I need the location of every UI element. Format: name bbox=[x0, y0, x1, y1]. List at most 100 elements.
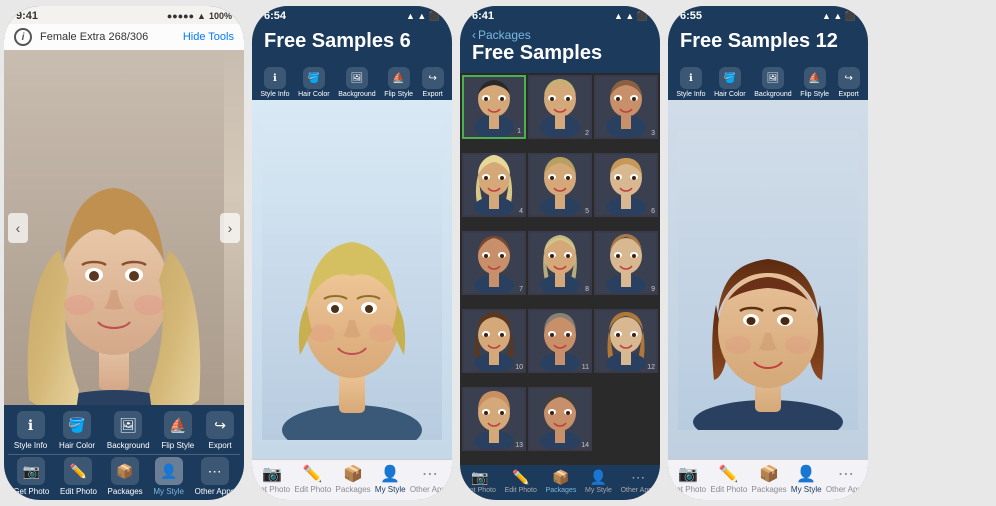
other-apps-tab-icon-4: ⋯ bbox=[838, 464, 854, 484]
status-bar-2: 6:54 ▲ ▲ ⬛ bbox=[252, 6, 452, 24]
other-apps-tab-4[interactable]: ⋯ Other Apps bbox=[826, 464, 866, 494]
signal-2: ▲ ▲ ⬛ bbox=[406, 11, 440, 22]
packages-tab-icon-3: 📦 bbox=[552, 469, 569, 486]
edit-tab-icon-2: ✏️ bbox=[303, 464, 323, 484]
get-photo-tab-1[interactable]: 📷 Get Photo bbox=[13, 457, 49, 496]
export-btn-2[interactable]: ↪ Export bbox=[422, 67, 444, 98]
edit-photo-tab-2[interactable]: ✏️ Edit Photo bbox=[294, 464, 331, 494]
info-icon-1[interactable]: i bbox=[14, 28, 32, 46]
flip-style-icon-2: ⛵ bbox=[388, 67, 410, 89]
phone3-title: Free Samples bbox=[472, 42, 648, 65]
time-2: 6:54 bbox=[264, 10, 286, 22]
my-style-tab-icon-3: 👤 bbox=[590, 469, 607, 486]
grid-cell-8[interactable]: 8 bbox=[528, 231, 592, 295]
hair-color-btn-2[interactable]: 🪣 Hair Color bbox=[298, 67, 330, 98]
got-photo-tab-3[interactable]: 📷 Got Photo bbox=[464, 469, 496, 494]
flip-style-icon-4: ⛵ bbox=[804, 67, 826, 89]
phone-1: 9:41 ●●●●● ▲ 100% i Female Extra 268/306… bbox=[4, 6, 244, 500]
camera-icon-1: 📷 bbox=[17, 457, 45, 485]
style-info-btn-4[interactable]: ℹ Style Info bbox=[676, 67, 705, 98]
other-apps-tab-1[interactable]: ⋯ Other Apps bbox=[195, 457, 235, 496]
grid-cell-3[interactable]: 3 bbox=[594, 75, 658, 139]
packages-tab-1[interactable]: 📦 Packages bbox=[108, 457, 143, 496]
phone2-header: Free Samples 6 bbox=[252, 24, 452, 61]
packages-tab-4[interactable]: 📦 Packages bbox=[752, 464, 787, 494]
grid-cell-14[interactable]: 14 bbox=[528, 387, 592, 451]
packages-tab-2[interactable]: 📦 Packages bbox=[336, 464, 371, 494]
prev-arrow[interactable]: ‹ bbox=[8, 213, 28, 243]
background-btn-2[interactable]: 🖼 Background bbox=[338, 67, 375, 98]
grid-cell-12[interactable]: 12 bbox=[594, 309, 658, 373]
background-btn-1[interactable]: 🖼 Background bbox=[107, 411, 150, 450]
background-icon-1: 🖼 bbox=[114, 411, 142, 439]
style-info-btn-1[interactable]: ℹ Style Info bbox=[14, 411, 47, 450]
cell-number-1: 1 bbox=[517, 128, 521, 135]
phone4-toolbar: ℹ Style Info 🪣 Hair Color 🖼 Background ⛵… bbox=[668, 61, 868, 100]
export-btn-1[interactable]: ↪ Export bbox=[206, 411, 234, 450]
export-icon-1: ↪ bbox=[206, 411, 234, 439]
edit-photo-tab-1[interactable]: ✏️ Edit Photo bbox=[60, 457, 97, 496]
back-link[interactable]: ‹ Packages bbox=[472, 28, 648, 42]
cell-number-13: 13 bbox=[515, 442, 523, 449]
signal-3: ▲ ▲ ⬛ bbox=[614, 11, 648, 22]
grid-cell-2[interactable]: 2 bbox=[528, 75, 592, 139]
phone-3: 6:41 ▲ ▲ ⬛ ‹ Packages Free Samples bbox=[460, 6, 660, 500]
grid-cell-7[interactable]: 7 bbox=[462, 231, 526, 295]
phone4-title: Free Samples 12 bbox=[680, 30, 856, 53]
grid-cell-13[interactable]: 13 bbox=[462, 387, 526, 451]
grid-cell-10[interactable]: 10 bbox=[462, 309, 526, 373]
flip-style-btn-2[interactable]: ⛵ Flip Style bbox=[384, 67, 413, 98]
cell-number-5: 5 bbox=[585, 208, 589, 215]
next-arrow[interactable]: › bbox=[220, 213, 240, 243]
hair-color-btn-4[interactable]: 🪣 Hair Color bbox=[714, 67, 746, 98]
cell-number-9: 9 bbox=[651, 286, 655, 293]
grid-cell-9[interactable]: 9 bbox=[594, 231, 658, 295]
get-photo-tab-2[interactable]: 📷 Get Photo bbox=[254, 464, 290, 494]
style-info-btn-2[interactable]: ℹ Style Info bbox=[260, 67, 289, 98]
edit-photo-tab-4[interactable]: ✏️ Edit Photo bbox=[710, 464, 747, 494]
phone3-tabs: 📷 Got Photo ✏️ Edit Photo 📦 Packages 👤 M… bbox=[460, 465, 660, 500]
grid-cell-5[interactable]: 5 bbox=[528, 153, 592, 217]
cell-number-6: 6 bbox=[651, 208, 655, 215]
status-icons-1: ●●●●● ▲ 100% bbox=[167, 11, 232, 21]
grid-cell-11[interactable]: 11 bbox=[528, 309, 592, 373]
style-info-icon-1: ℹ bbox=[17, 411, 45, 439]
camera-tab-icon-4: 📷 bbox=[678, 464, 698, 484]
export-btn-4[interactable]: ↪ Export bbox=[838, 67, 860, 98]
grid-cell-6[interactable]: 6 bbox=[594, 153, 658, 217]
phone1-main-image: ‹ › bbox=[4, 50, 244, 405]
grid-cell-1[interactable]: 1 bbox=[462, 75, 526, 139]
flip-style-btn-4[interactable]: ⛵ Flip Style bbox=[800, 67, 829, 98]
grid-cell-empty bbox=[594, 387, 658, 451]
cell-number-10: 10 bbox=[515, 364, 523, 371]
flip-style-btn-1[interactable]: ⛵ Flip Style bbox=[161, 411, 194, 450]
camera-tab-icon-2: 📷 bbox=[262, 464, 282, 484]
status-bar-4: 6:55 ▲ ▲ ⬛ bbox=[668, 6, 868, 24]
time-4: 6:55 bbox=[680, 10, 702, 22]
my-style-tab-1[interactable]: 👤 My Style bbox=[153, 457, 184, 496]
background-btn-4[interactable]: 🖼 Background bbox=[754, 67, 791, 98]
other-apps-tab-icon-3: ⋯ bbox=[631, 469, 645, 486]
other-apps-tab-3[interactable]: ⋯ Other Apps bbox=[621, 469, 656, 494]
other-apps-tab-2[interactable]: ⋯ Other Apps bbox=[410, 464, 450, 494]
hide-tools-btn[interactable]: Hide Tools bbox=[183, 31, 234, 43]
my-style-tab-4[interactable]: 👤 My Style bbox=[791, 464, 822, 494]
export-icon-2: ↪ bbox=[422, 67, 444, 89]
hairstyle-grid: 1 2 bbox=[460, 73, 660, 465]
phone2-tabs: 📷 Get Photo ✏️ Edit Photo 📦 Packages 👤 M… bbox=[252, 459, 452, 500]
cell-number-4: 4 bbox=[519, 208, 523, 215]
packages-tab-3[interactable]: 📦 Packages bbox=[546, 469, 577, 494]
my-style-tab-2[interactable]: 👤 My Style bbox=[375, 464, 406, 494]
status-icons-4: ▲ ▲ ⬛ bbox=[822, 11, 856, 22]
get-photo-tab-4[interactable]: 📷 Get Photo bbox=[670, 464, 706, 494]
packages-tab-icon-4: 📦 bbox=[759, 464, 779, 484]
edit-photo-tab-3[interactable]: ✏️ Edit Photo bbox=[505, 469, 537, 494]
export-icon-4: ↪ bbox=[838, 67, 860, 89]
hair-color-btn-1[interactable]: 🪣 Hair Color bbox=[59, 411, 95, 450]
packages-tab-icon-2: 📦 bbox=[343, 464, 363, 484]
grid-cell-4[interactable]: 4 bbox=[462, 153, 526, 217]
phone4-tabs: 📷 Get Photo ✏️ Edit Photo 📦 Packages 👤 M… bbox=[668, 459, 868, 500]
signal-4: ▲ ▲ ⬛ bbox=[822, 11, 856, 22]
my-style-tab-3[interactable]: 👤 My Style bbox=[585, 469, 612, 494]
style-info-icon-2: ℹ bbox=[264, 67, 286, 89]
